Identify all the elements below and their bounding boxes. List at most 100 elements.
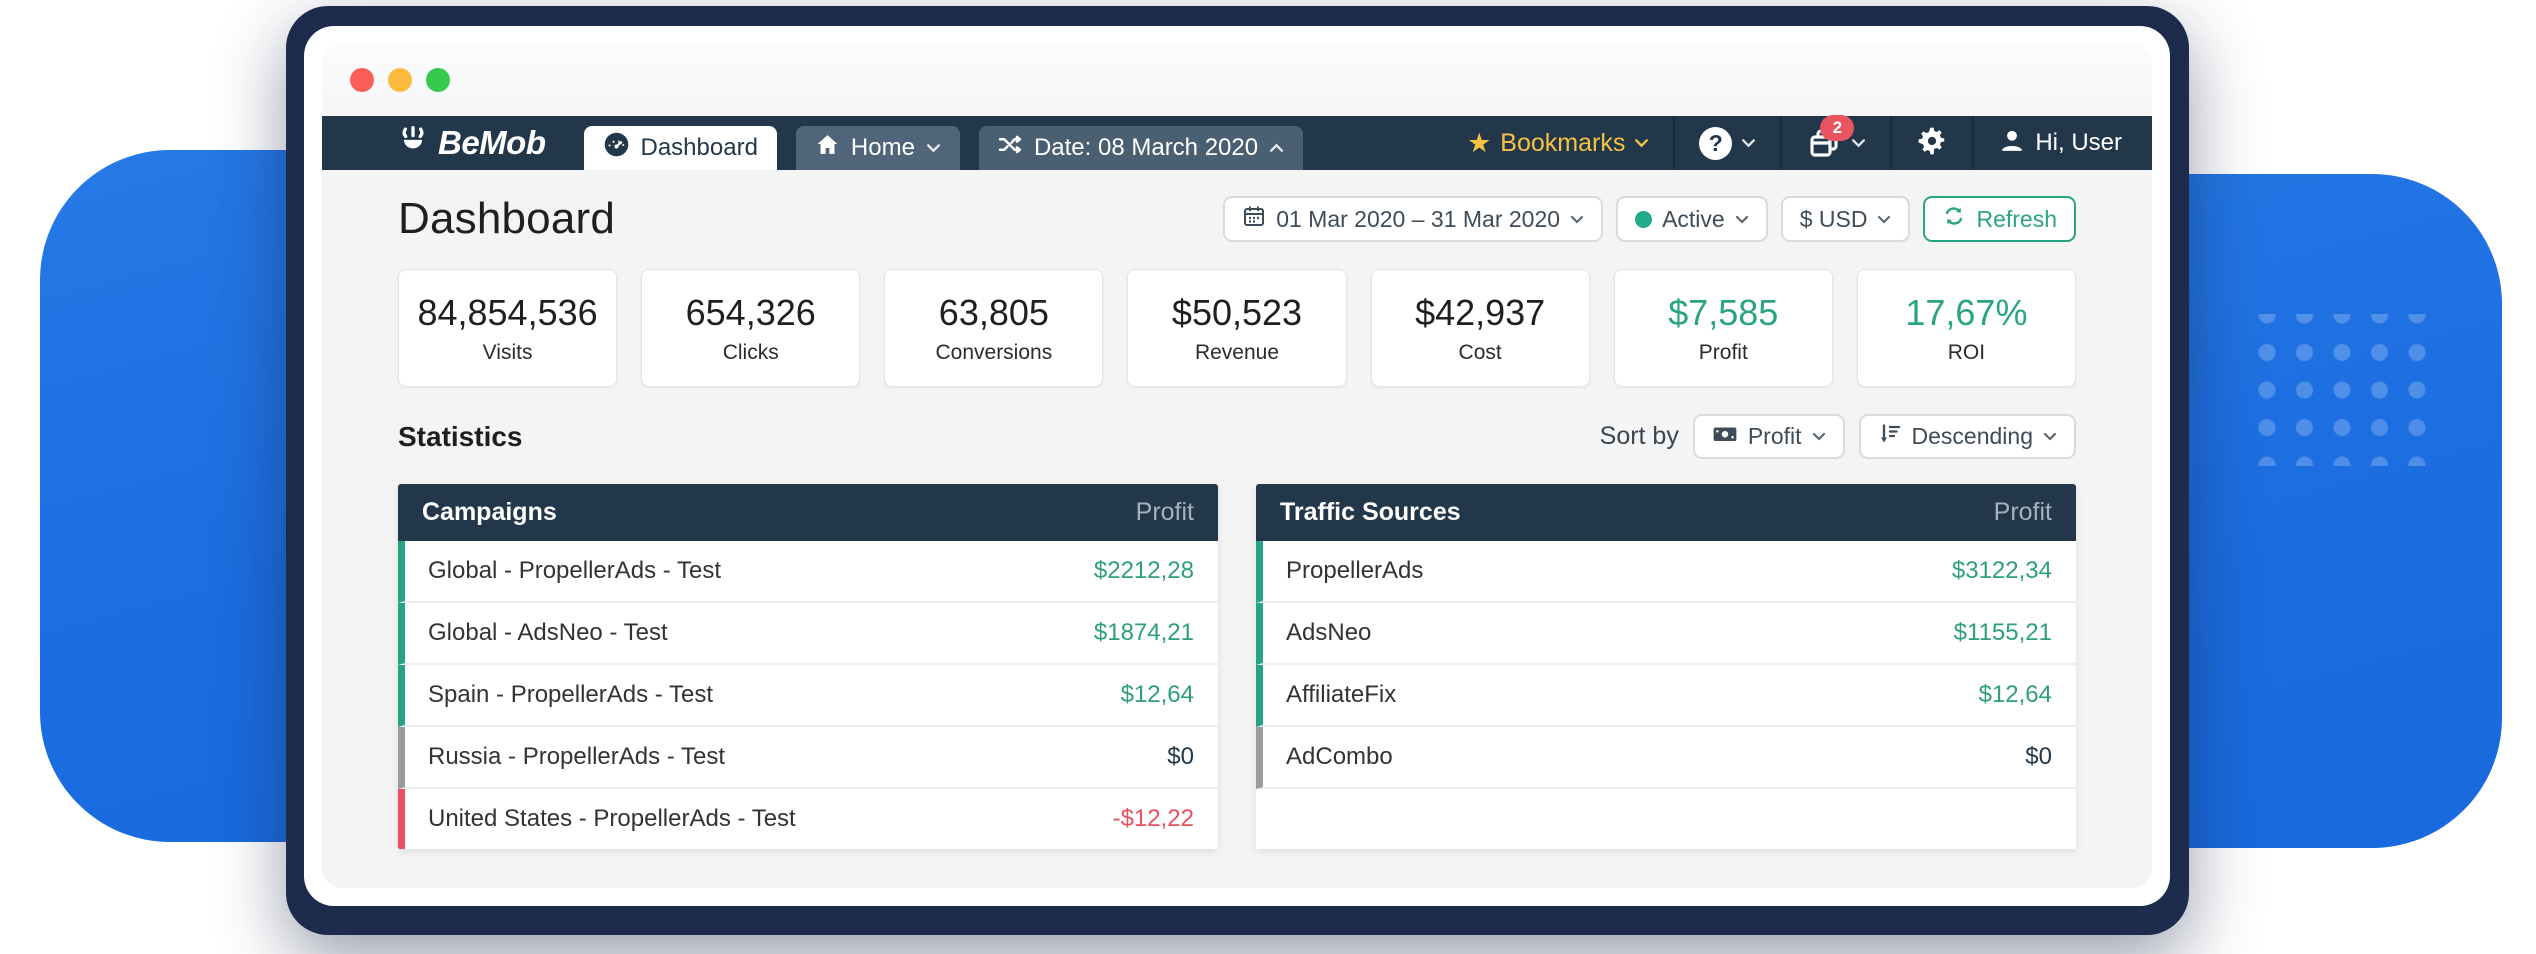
row-value: $12,64 xyxy=(1121,681,1194,709)
stat-cards-row: 84,854,536 Visits 654,326 Clicks 63,805 … xyxy=(398,269,2076,387)
chevron-down-icon xyxy=(1741,138,1756,148)
stat-card: 654,326 Clicks xyxy=(641,269,860,387)
table-row[interactable]: AffiliateFix $12,64 xyxy=(1256,665,2076,727)
currency-dropdown[interactable]: $ USD xyxy=(1781,196,1911,242)
tab-date-label: Date: 08 March 2020 xyxy=(1034,134,1258,162)
stat-card: 17,67% ROI xyxy=(1857,269,2076,387)
filter-controls: 01 Mar 2020 – 31 Mar 2020 Active xyxy=(1223,196,2076,242)
table-row[interactable]: United States - PropellerAds - Test -$12… xyxy=(398,789,1218,849)
tab-dashboard-label: Dashboard xyxy=(641,134,758,162)
table-body: PropellerAds $3122,34 AdsNeo $1155,21 Af… xyxy=(1256,541,2076,849)
notifications-menu[interactable]: 2 xyxy=(1780,116,1890,170)
table-row[interactable]: Global - PropellerAds - Test $2212,28 xyxy=(398,541,1218,603)
pages-icon: 2 xyxy=(1806,125,1842,161)
row-name: United States - PropellerAds - Test xyxy=(428,805,796,833)
shuffle-icon xyxy=(998,132,1023,164)
stat-label: Profit xyxy=(1699,341,1748,365)
stat-label: Revenue xyxy=(1195,341,1279,365)
stat-card: $7,585 Profit xyxy=(1614,269,1833,387)
bemob-logo-text: BeMob xyxy=(438,124,546,162)
help-menu[interactable]: ? xyxy=(1673,116,1780,170)
stat-label: ROI xyxy=(1948,341,1985,365)
help-icon: ? xyxy=(1699,127,1732,160)
row-name: AdsNeo xyxy=(1286,619,1371,647)
user-icon xyxy=(1998,127,2026,160)
table-value-column-header: Profit xyxy=(1136,498,1194,527)
table-row[interactable]: Russia - PropellerAds - Test $0 xyxy=(398,727,1218,789)
chevron-down-icon xyxy=(1812,432,1826,441)
bemob-logo-icon xyxy=(396,124,430,163)
table-title: Campaigns xyxy=(422,498,557,527)
page-background: BeMob Dashboard xyxy=(0,0,2536,954)
row-name: AdCombo xyxy=(1286,743,1393,771)
stat-value: 84,854,536 xyxy=(417,292,597,334)
money-icon xyxy=(1712,421,1738,453)
main-navbar: BeMob Dashboard xyxy=(322,116,2152,170)
row-value: $3122,34 xyxy=(1952,557,2052,585)
page-title: Dashboard xyxy=(398,194,615,244)
window-titlebar xyxy=(322,44,2152,116)
stat-value: $42,937 xyxy=(1415,292,1545,334)
tab-dashboard[interactable]: Dashboard xyxy=(584,126,777,170)
table-row[interactable]: Global - AdsNeo - Test $1874,21 xyxy=(398,603,1218,665)
star-icon: ★ xyxy=(1467,130,1491,157)
stat-value: 654,326 xyxy=(686,292,816,334)
stat-value: 63,805 xyxy=(939,292,1049,334)
sort-field-label: Profit xyxy=(1748,423,1802,450)
tab-date[interactable]: Date: 08 March 2020 xyxy=(979,126,1303,170)
stat-value: $50,523 xyxy=(1172,292,1302,334)
date-range-picker[interactable]: 01 Mar 2020 – 31 Mar 2020 xyxy=(1223,196,1603,242)
sort-field-dropdown[interactable]: Profit xyxy=(1693,414,1845,459)
currency-label: $ USD xyxy=(1800,206,1868,233)
sort-order-dropdown[interactable]: Descending xyxy=(1859,414,2076,459)
table-row[interactable]: Spain - PropellerAds - Test $12,64 xyxy=(398,665,1218,727)
app-window: BeMob Dashboard xyxy=(304,26,2170,906)
table-row[interactable]: AdsNeo $1155,21 xyxy=(1256,603,2076,665)
sort-by-label: Sort by xyxy=(1600,422,1679,451)
close-window-button[interactable] xyxy=(350,68,374,92)
table-row xyxy=(1256,789,2076,849)
table-value-column-header: Profit xyxy=(1994,498,2052,527)
row-value: -$12,22 xyxy=(1113,805,1194,833)
gauge-icon xyxy=(603,131,630,165)
gear-icon xyxy=(1916,125,1948,162)
navbar-tabs: Dashboard Home xyxy=(584,116,1304,170)
table-header: Campaigns Profit xyxy=(398,484,1218,541)
refresh-icon xyxy=(1942,204,1966,234)
table-traffic-sources: Traffic Sources Profit PropellerAds $312… xyxy=(1256,484,2076,849)
chevron-down-icon xyxy=(1877,215,1891,224)
active-status-dot-icon xyxy=(1635,211,1652,228)
minimize-window-button[interactable] xyxy=(388,68,412,92)
row-value: $0 xyxy=(1167,743,1194,771)
table-row[interactable]: PropellerAds $3122,34 xyxy=(1256,541,2076,603)
refresh-label: Refresh xyxy=(1976,206,2057,233)
user-menu[interactable]: Hi, User xyxy=(1972,116,2146,170)
row-name: PropellerAds xyxy=(1286,557,1423,585)
page-header-row: Dashboard 01 Mar 2020 – 31 Mar 2020 xyxy=(398,194,2076,244)
date-range-label: 01 Mar 2020 – 31 Mar 2020 xyxy=(1276,206,1560,233)
bookmarks-menu[interactable]: ★ Bookmarks xyxy=(1443,116,1673,170)
tab-home-label: Home xyxy=(851,134,915,162)
bookmarks-label: Bookmarks xyxy=(1500,129,1625,158)
tab-home[interactable]: Home xyxy=(796,126,960,170)
row-name: Russia - PropellerAds - Test xyxy=(428,743,725,771)
settings-menu[interactable] xyxy=(1890,116,1972,170)
stat-card: $50,523 Revenue xyxy=(1127,269,1346,387)
refresh-button[interactable]: Refresh xyxy=(1923,196,2076,242)
status-filter-dropdown[interactable]: Active xyxy=(1616,196,1768,242)
stat-label: Clicks xyxy=(723,341,779,365)
stat-value: 17,67% xyxy=(1905,292,2027,334)
row-name: Spain - PropellerAds - Test xyxy=(428,681,713,709)
bemob-logo[interactable]: BeMob xyxy=(396,116,546,170)
calendar-icon xyxy=(1242,204,1266,234)
zoom-window-button[interactable] xyxy=(426,68,450,92)
sort-descending-icon xyxy=(1878,422,1902,452)
sort-controls: Sort by Profit xyxy=(1600,414,2076,459)
chevron-down-icon xyxy=(926,143,941,153)
home-icon xyxy=(815,132,840,164)
table-row[interactable]: AdCombo $0 xyxy=(1256,727,2076,789)
chevron-down-icon xyxy=(1735,215,1749,224)
row-name: AffiliateFix xyxy=(1286,681,1396,709)
row-value: $1874,21 xyxy=(1094,619,1194,647)
table-body: Global - PropellerAds - Test $2212,28 Gl… xyxy=(398,541,1218,849)
